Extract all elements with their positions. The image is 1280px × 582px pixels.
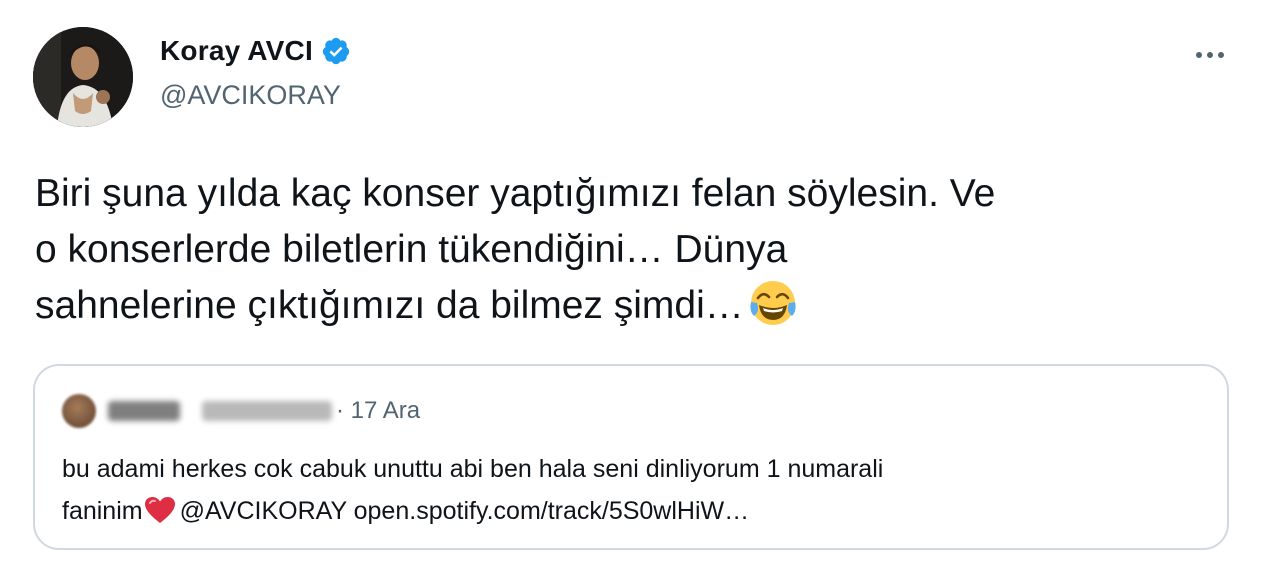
red-heart-icon — [144, 495, 176, 523]
quoted-line: bu adami herkes cok cabuk unuttu abi ben… — [62, 455, 884, 483]
quoted-author-handle-blurred — [202, 401, 332, 421]
quoted-author-name-blurred — [108, 401, 180, 421]
tweet-line: Biri şuna yılda kaç konser yaptığımızı f… — [35, 172, 996, 215]
quoted-line: faninim @AVCIKORAY open.spotify.com/trac… — [62, 495, 750, 525]
quoted-tweet-text: bu adami herkes cok cabuk unuttu abi ben… — [62, 448, 1202, 532]
tweet-card: Koray AVCI @AVCIKORAY Biri şuna yılda ka… — [0, 0, 1280, 582]
quoted-tweet[interactable]: · 17 Ara bu adami herkes cok cabuk unutt… — [33, 364, 1229, 550]
quoted-author-avatar — [62, 394, 96, 428]
face-with-tears-of-joy-icon — [748, 278, 798, 328]
quoted-tweet-date[interactable]: · 17 Ara — [336, 397, 420, 425]
verified-badge-icon — [321, 36, 351, 66]
author-name-row: Koray AVCI — [160, 35, 351, 67]
author-display-name[interactable]: Koray AVCI — [160, 35, 313, 67]
author-avatar[interactable] — [33, 27, 133, 127]
author-handle[interactable]: @AVCIKORAY — [160, 80, 341, 111]
profile-photo — [33, 27, 133, 127]
tweet-line-last: sahnelerine çıktığımızı da bilmez şimdi… — [35, 278, 1255, 334]
tweet-text: Biri şuna yılda kaç konser yaptığımızı f… — [35, 166, 1255, 334]
quoted-tweet-header: · 17 Ara — [62, 394, 420, 428]
tweet-line: o konserlerde biletlerin tükendiğini… Dü… — [35, 228, 788, 271]
more-dots-icon[interactable] — [1190, 40, 1230, 70]
